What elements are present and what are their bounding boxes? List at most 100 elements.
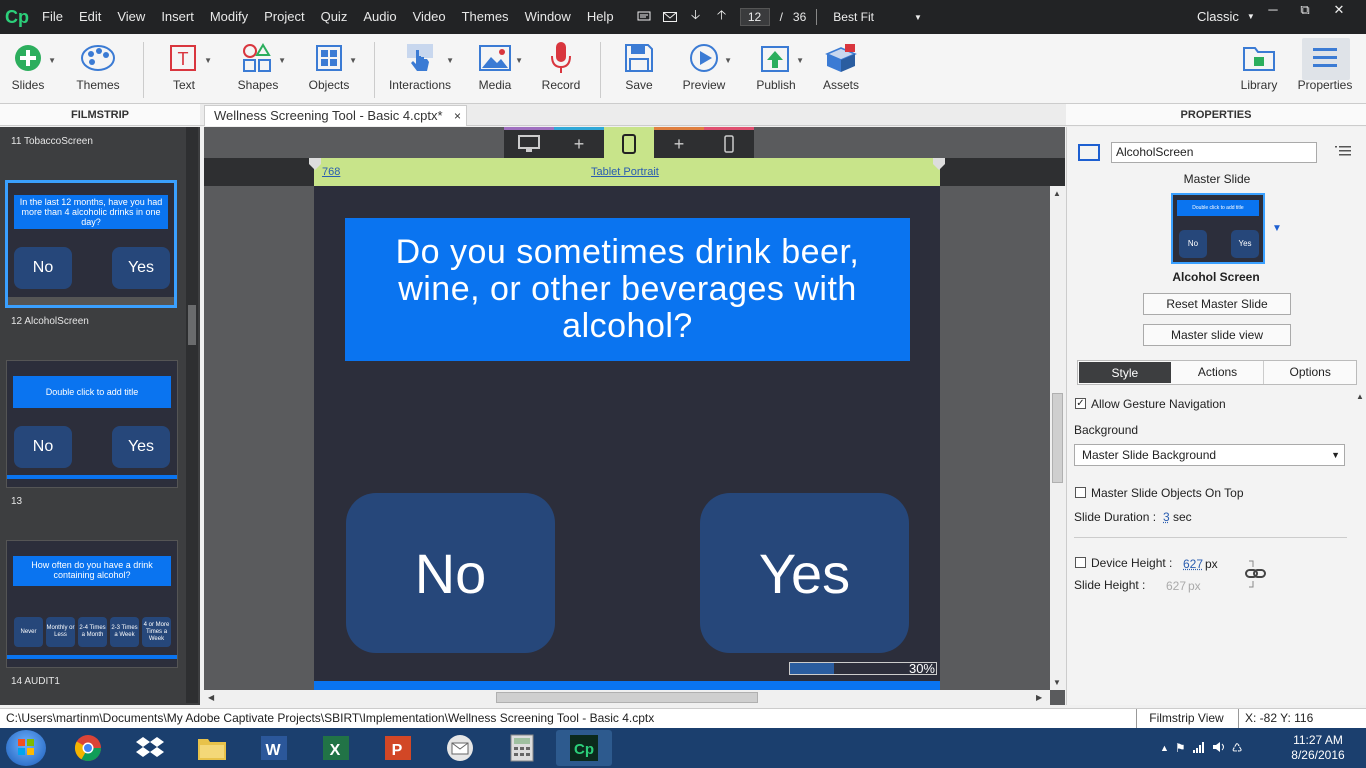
menu-window[interactable]: Window bbox=[517, 0, 579, 34]
close-icon[interactable]: × bbox=[454, 106, 461, 126]
menu-project[interactable]: Project bbox=[256, 0, 312, 34]
breakpoint-width[interactable]: 768 bbox=[322, 166, 340, 178]
breakpoint-marker-icon[interactable] bbox=[308, 158, 322, 170]
properties-button[interactable]: Properties bbox=[1293, 38, 1357, 100]
menu-quiz[interactable]: Quiz bbox=[313, 0, 356, 34]
scrollbar-thumb[interactable] bbox=[1052, 393, 1063, 483]
assets-button[interactable]: Assets bbox=[809, 38, 873, 100]
tab-options[interactable]: Options bbox=[1264, 361, 1356, 384]
device-height-checkbox[interactable] bbox=[1075, 557, 1086, 568]
interactions-button[interactable]: Interactions ▼ bbox=[384, 38, 456, 100]
scroll-right-icon[interactable]: ▶ bbox=[1036, 693, 1042, 702]
word-icon[interactable]: W bbox=[246, 730, 302, 766]
comment-icon[interactable] bbox=[636, 9, 652, 25]
flag-icon[interactable]: ⚑ bbox=[1175, 741, 1186, 755]
scroll-left-icon[interactable]: ◀ bbox=[208, 693, 214, 702]
menu-view[interactable]: View bbox=[109, 0, 153, 34]
file-explorer-icon[interactable] bbox=[184, 730, 240, 766]
slide-name-input[interactable]: AlcoholScreen bbox=[1111, 142, 1317, 163]
close-window-icon[interactable]: ✕ bbox=[1322, 0, 1356, 22]
master-slide-thumbnail[interactable]: Double click to add title No Yes bbox=[1171, 193, 1265, 264]
desktop-icon[interactable] bbox=[504, 127, 554, 158]
link-icon[interactable] bbox=[1245, 559, 1267, 594]
scrollbar-thumb[interactable] bbox=[496, 692, 758, 703]
themes-button[interactable]: Themes bbox=[66, 38, 130, 100]
scroll-up-icon[interactable]: ▲ bbox=[1053, 189, 1061, 198]
filmstrip-scrollbar[interactable] bbox=[186, 127, 198, 703]
powerpoint-icon[interactable]: P bbox=[370, 730, 426, 766]
shapes-button[interactable]: Shapes ▼ bbox=[226, 38, 290, 100]
calculator-icon[interactable] bbox=[494, 730, 550, 766]
background-select[interactable]: Master Slide Background ▼ bbox=[1074, 444, 1345, 466]
add-breakpoint-icon[interactable]: + bbox=[654, 127, 704, 158]
workspace-select[interactable]: Classic ▼ bbox=[1197, 0, 1255, 34]
volume-icon[interactable] bbox=[1212, 741, 1226, 756]
text-button[interactable]: T Text ▼ bbox=[152, 38, 216, 100]
tab-style[interactable]: Style bbox=[1079, 362, 1171, 383]
menu-list-icon[interactable] bbox=[1335, 144, 1351, 160]
stage-horizontal-scrollbar[interactable]: ◀ ▶ bbox=[204, 690, 1050, 705]
breakpoint-marker-icon[interactable] bbox=[932, 158, 946, 170]
master-thumb-title: Double click to add title bbox=[1177, 200, 1259, 216]
chrome-icon[interactable] bbox=[60, 730, 116, 766]
windows-start-icon[interactable] bbox=[6, 730, 46, 766]
breakpoint-name[interactable]: Tablet Portrait bbox=[591, 166, 659, 178]
system-clock[interactable]: 11:27 AM 8/26/2016 bbox=[1285, 733, 1351, 763]
dropbox-icon[interactable] bbox=[122, 730, 178, 766]
slide-thumbnail[interactable]: How often do you have a drink containing… bbox=[6, 540, 178, 668]
captivate-icon[interactable]: Cp bbox=[556, 730, 612, 766]
objects-button[interactable]: Objects ▼ bbox=[297, 38, 361, 100]
slide-canvas: Do you sometimes drink beer, wine, or ot… bbox=[314, 186, 940, 690]
zoom-select[interactable]: Best Fit ▼ bbox=[833, 10, 922, 24]
menu-help[interactable]: Help bbox=[579, 0, 622, 34]
scroll-down-icon[interactable]: ▼ bbox=[1053, 678, 1061, 687]
master-objects-on-top-checkbox[interactable] bbox=[1075, 487, 1086, 498]
slide-thumbnail[interactable]: In the last 12 months, have you had more… bbox=[5, 180, 177, 308]
menu-file[interactable]: File bbox=[34, 0, 71, 34]
document-tab[interactable]: Wellness Screening Tool - Basic 4.cptx* … bbox=[204, 105, 467, 126]
scroll-up-icon[interactable]: ▲ bbox=[1356, 392, 1364, 401]
slide-duration-value[interactable]: 3 bbox=[1163, 510, 1170, 524]
tab-actions[interactable]: Actions bbox=[1172, 361, 1265, 384]
allow-gesture-checkbox[interactable]: ✓ bbox=[1075, 398, 1086, 409]
slide-thumbnail[interactable]: Double click to add title No Yes bbox=[6, 360, 178, 488]
question-title[interactable]: Do you sometimes drink beer, wine, or ot… bbox=[345, 218, 910, 361]
excel-icon[interactable]: X bbox=[308, 730, 364, 766]
scrollbar-thumb[interactable] bbox=[188, 305, 196, 345]
tablet-icon[interactable] bbox=[604, 127, 654, 158]
media-button[interactable]: Media ▼ bbox=[463, 38, 527, 100]
chevron-down-icon[interactable]: ▼ bbox=[1272, 223, 1282, 234]
sync-icon[interactable]: ♺ bbox=[1232, 741, 1243, 755]
outlook-icon[interactable] bbox=[432, 730, 488, 766]
current-slide-input[interactable]: 12 bbox=[740, 8, 770, 26]
save-button[interactable]: Save bbox=[607, 38, 671, 100]
menu-audio[interactable]: Audio bbox=[355, 0, 404, 34]
mobile-icon[interactable] bbox=[704, 127, 754, 158]
menu-modify[interactable]: Modify bbox=[202, 0, 256, 34]
stage-vertical-scrollbar[interactable]: ▲ ▼ bbox=[1050, 186, 1065, 690]
publish-button[interactable]: Publish ▼ bbox=[744, 38, 808, 100]
add-breakpoint-icon[interactable]: + bbox=[554, 127, 604, 158]
no-button[interactable]: No bbox=[346, 493, 555, 653]
next-slide-arrow-icon[interactable]: 🡣 bbox=[688, 9, 704, 25]
mail-icon[interactable] bbox=[662, 9, 678, 25]
preview-button[interactable]: Preview ▼ bbox=[672, 38, 736, 100]
thumbnail-title: Double click to add title bbox=[13, 376, 171, 408]
reset-master-slide-button[interactable]: Reset Master Slide bbox=[1143, 293, 1291, 315]
slide-color-icon[interactable] bbox=[1078, 144, 1100, 161]
previous-slide-arrow-icon[interactable]: 🡡 bbox=[714, 9, 730, 25]
menu-edit[interactable]: Edit bbox=[71, 0, 109, 34]
menu-insert[interactable]: Insert bbox=[153, 0, 202, 34]
slides-button[interactable]: Slides ▼ bbox=[0, 38, 60, 100]
menu-video[interactable]: Video bbox=[405, 0, 454, 34]
device-height-value[interactable]: 627 bbox=[1183, 557, 1203, 571]
minimize-icon[interactable]: ─ bbox=[1256, 0, 1290, 22]
network-icon[interactable] bbox=[1192, 741, 1206, 756]
show-hidden-icons-icon[interactable]: ▲ bbox=[1160, 743, 1169, 753]
menu-themes[interactable]: Themes bbox=[454, 0, 517, 34]
library-button[interactable]: Library bbox=[1227, 38, 1291, 100]
restore-icon[interactable]: ⧉ bbox=[1288, 0, 1322, 22]
master-slide-view-button[interactable]: Master slide view bbox=[1143, 324, 1291, 346]
record-button[interactable]: Record bbox=[529, 38, 593, 100]
yes-button[interactable]: Yes bbox=[700, 493, 909, 653]
